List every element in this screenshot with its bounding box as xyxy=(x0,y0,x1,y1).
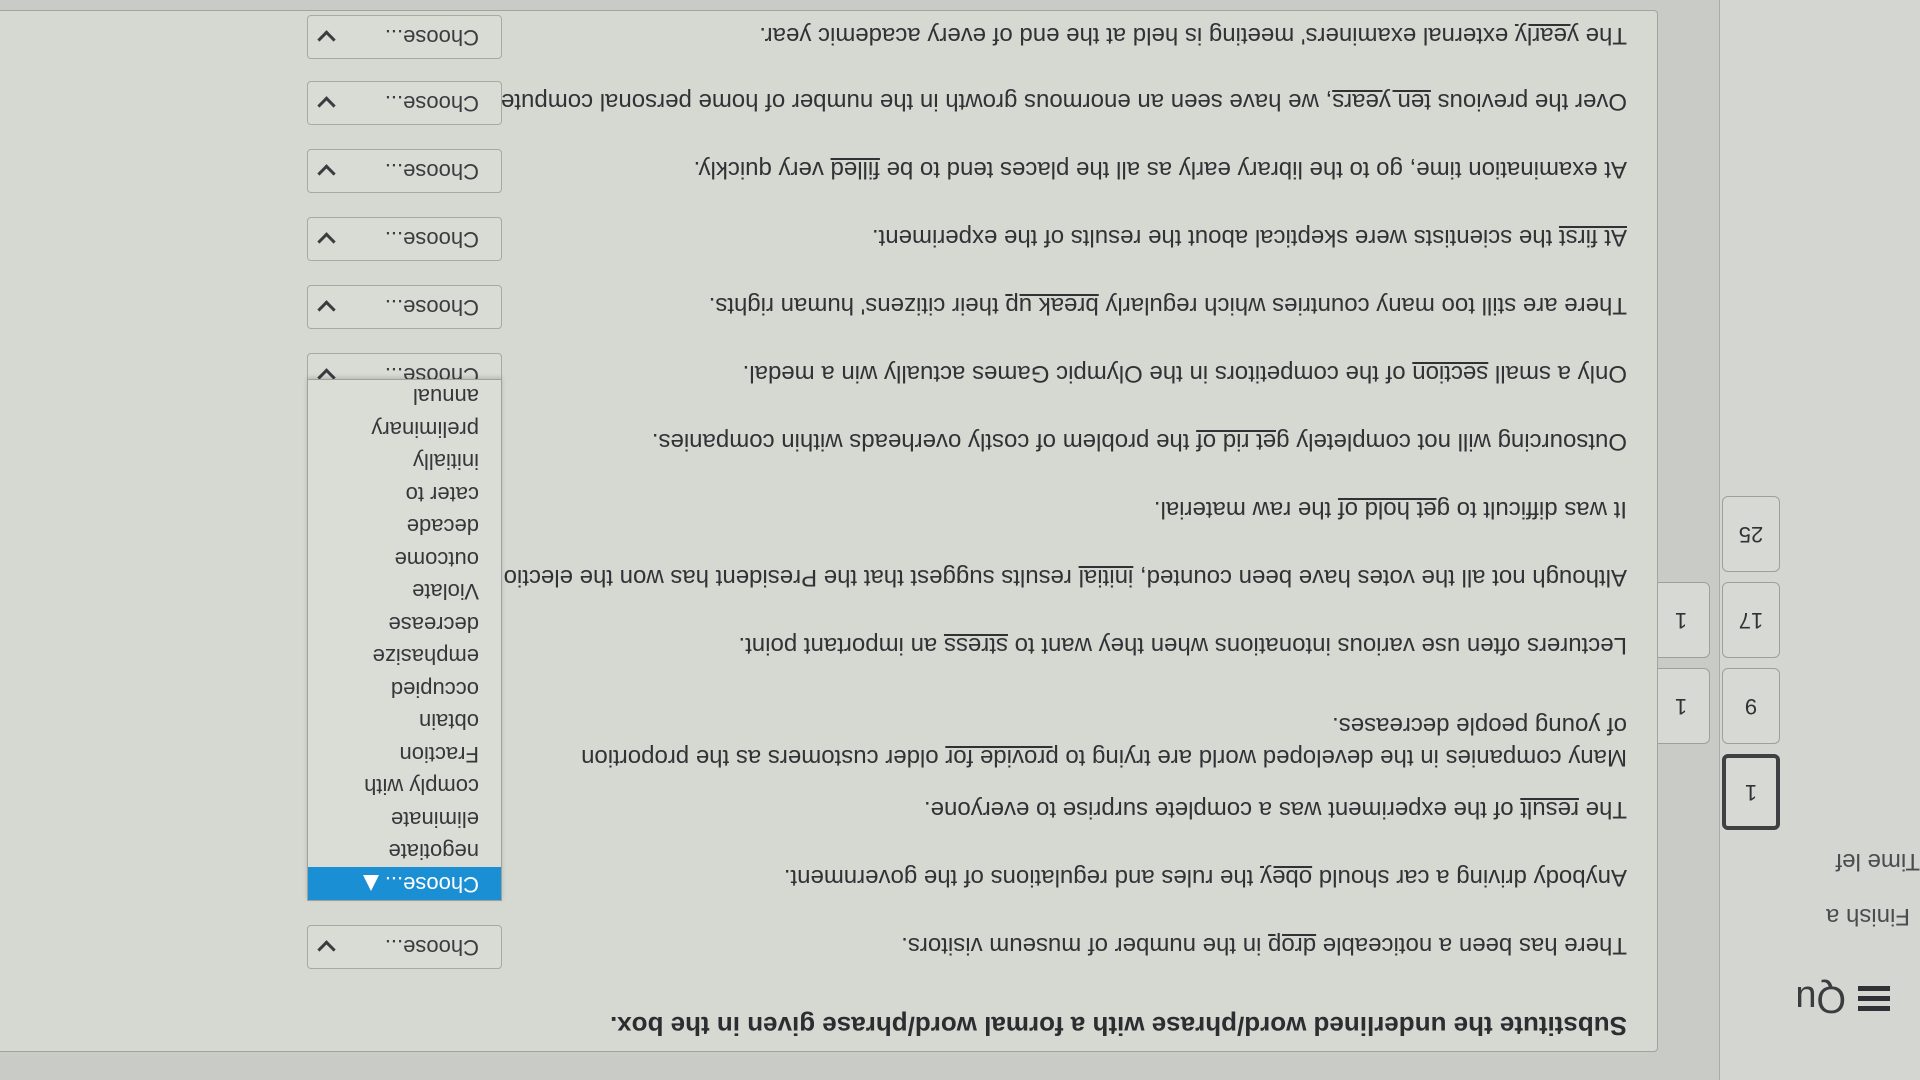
question-nav-button[interactable]: 1 xyxy=(1652,668,1710,744)
answer-dropdown-list[interactable]: Choose... negotiate eliminate comply wit… xyxy=(307,379,502,901)
answer-select[interactable]: Choose... xyxy=(307,285,502,329)
chevron-down-icon xyxy=(317,96,336,115)
underlined-word: section xyxy=(1412,360,1489,387)
dropdown-option[interactable]: initially xyxy=(308,445,501,478)
underlined-word: break up xyxy=(1005,292,1099,319)
question-text: At first the scientists were skeptical a… xyxy=(871,224,1627,251)
underlined-word: filled xyxy=(830,156,880,183)
underlined-word: stress xyxy=(943,632,1008,659)
chevron-down-icon xyxy=(317,300,336,319)
question-text: Lecturers often use various intonations … xyxy=(738,632,1628,659)
finish-attempt-link[interactable]: Finish a xyxy=(1826,902,1910,930)
dropdown-option[interactable]: emphasize xyxy=(308,640,501,673)
underlined-word: ten years xyxy=(1332,88,1431,115)
underlined-word: initial xyxy=(1078,564,1134,591)
dropdown-option[interactable]: annual xyxy=(308,380,501,413)
underlined-word: drop xyxy=(1268,932,1317,959)
question-text: Over the previous ten years, we have see… xyxy=(474,88,1627,115)
answer-select[interactable]: Choose... xyxy=(307,15,502,59)
quiz-navigation-panel: Qu Finish a Time lef 1 9 17 25 1 1 xyxy=(1652,0,1920,1080)
question-text: Anybody driving a car should obey the ru… xyxy=(783,864,1627,891)
question-instructions: Substitute the underlined word/phrase wi… xyxy=(609,1011,1627,1041)
quiz-nav-title: Qu xyxy=(1795,978,1846,1020)
dropdown-option[interactable]: negotiate xyxy=(308,835,501,868)
dropdown-option[interactable]: preliminary xyxy=(308,413,501,446)
answer-select[interactable]: Choose... xyxy=(307,81,502,125)
question-text: The result of the experiment was a compl… xyxy=(923,796,1627,823)
underlined-word: At first xyxy=(1558,224,1627,251)
dropdown-option[interactable]: obtain xyxy=(308,705,501,738)
underlined-word: get rid of xyxy=(1196,428,1290,455)
question-text: Outsourcing will not completely get rid … xyxy=(651,428,1627,455)
dropdown-option[interactable]: eliminate xyxy=(308,803,501,836)
underlined-word: provide for xyxy=(945,744,1059,771)
question-text: The yearly external examiners' meeting i… xyxy=(759,22,1627,49)
question-text: It was difficult to get hold of the raw … xyxy=(1153,496,1627,523)
dropdown-option[interactable]: comply with xyxy=(308,770,501,803)
dropdown-option[interactable]: cater to xyxy=(308,478,501,511)
dropdown-option[interactable]: occupied xyxy=(308,673,501,706)
dropdown-option[interactable]: Choose... xyxy=(308,867,501,900)
question-text: Many companies in the developed world ar… xyxy=(581,712,1627,771)
question-nav-button[interactable]: 1 xyxy=(1722,754,1780,830)
chevron-down-icon xyxy=(317,164,336,183)
dropdown-option[interactable]: Violate xyxy=(308,575,501,608)
underlined-word: yearly xyxy=(1514,22,1579,49)
chevron-down-icon xyxy=(317,940,336,959)
answer-select[interactable]: Choose... xyxy=(307,217,502,261)
question-nav-button[interactable]: 1 xyxy=(1652,582,1710,658)
quiz-screen: Qu Finish a Time lef 1 9 17 25 1 1 Subst… xyxy=(0,0,1920,1080)
chevron-down-icon xyxy=(317,30,336,49)
underlined-word: obey xyxy=(1260,864,1313,891)
dropdown-option[interactable]: decade xyxy=(308,510,501,543)
dropdown-option[interactable]: Fraction xyxy=(308,738,501,771)
underlined-word: result xyxy=(1520,796,1579,823)
time-left-label: Time lef xyxy=(1835,848,1920,875)
question-text: Only a small section of the competitors … xyxy=(742,360,1627,387)
question-nav-button[interactable]: 9 xyxy=(1722,668,1780,744)
chevron-down-icon xyxy=(317,232,336,251)
underlined-word: get hold of xyxy=(1337,496,1451,523)
dropdown-option[interactable]: outcome xyxy=(308,543,501,576)
question-text: At examination time, go to the library e… xyxy=(693,156,1627,183)
question-text: There are still too many countries which… xyxy=(708,292,1627,319)
answer-select[interactable]: Choose... xyxy=(307,149,502,193)
mouse-cursor-icon xyxy=(362,874,379,891)
question-text: There has been a noticeable drop in the … xyxy=(901,932,1627,959)
question-card: Substitute the underlined word/phrase wi… xyxy=(0,10,1658,1052)
question-text: Although not all the votes have been cou… xyxy=(483,564,1627,591)
question-nav-button[interactable]: 17 xyxy=(1722,582,1780,658)
dropdown-option[interactable]: decrease xyxy=(308,608,501,641)
hamburger-menu-icon[interactable] xyxy=(1858,986,1890,1012)
answer-select[interactable]: Choose... xyxy=(307,925,502,969)
quiz-nav-header[interactable]: Qu xyxy=(1795,977,1890,1020)
question-nav-button[interactable]: 25 xyxy=(1722,496,1780,572)
